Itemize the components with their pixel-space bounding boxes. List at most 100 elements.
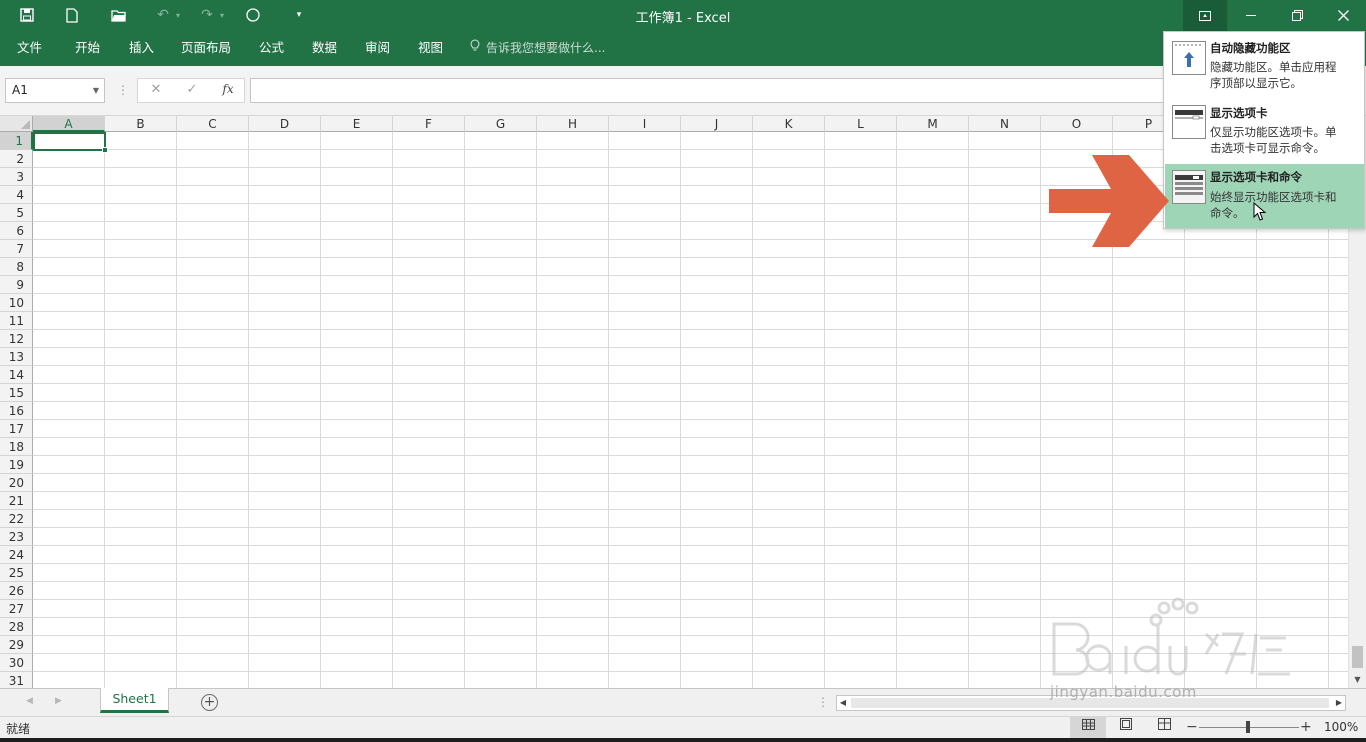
- column-header[interactable]: F: [393, 116, 465, 132]
- row-header[interactable]: 21: [0, 492, 33, 510]
- row-header[interactable]: 30: [0, 654, 33, 672]
- column-header[interactable]: O: [1041, 116, 1113, 132]
- row-header[interactable]: 13: [0, 348, 33, 366]
- column-header[interactable]: J: [681, 116, 753, 132]
- insert-function-button[interactable]: fx: [218, 82, 238, 100]
- tell-me-search[interactable]: 告诉我您想要做什么...: [470, 37, 605, 59]
- cancel-icon[interactable]: ✕: [146, 82, 166, 100]
- row-header[interactable]: 2: [0, 150, 33, 168]
- row-header[interactable]: 4: [0, 186, 33, 204]
- row-header[interactable]: 14: [0, 366, 33, 384]
- close-button[interactable]: [1320, 0, 1366, 31]
- menu-item-description: 仅显示功能区选项卡。单 击选项卡可显示命令。: [1210, 124, 1360, 156]
- vertical-scroll-thumb[interactable]: [1352, 646, 1363, 668]
- tab-file[interactable]: 文件: [17, 37, 42, 59]
- row-header[interactable]: 1: [0, 132, 33, 150]
- scroll-down-arrow-icon[interactable]: ▼: [1349, 672, 1366, 688]
- lightbulb-icon: [470, 37, 482, 59]
- zoom-level[interactable]: 100%: [1324, 720, 1358, 734]
- row-header[interactable]: 25: [0, 564, 33, 582]
- column-header[interactable]: E: [321, 116, 393, 132]
- menu-item-show-tabs[interactable]: 显示选项卡 仅显示功能区选项卡。单 击选项卡可显示命令。: [1165, 98, 1364, 162]
- row-header[interactable]: 7: [0, 240, 33, 258]
- column-header[interactable]: G: [465, 116, 537, 132]
- row-header[interactable]: 8: [0, 258, 33, 276]
- shape-circle-icon[interactable]: [240, 3, 266, 27]
- sheet-tab-sheet1[interactable]: Sheet1: [100, 688, 169, 713]
- row-header[interactable]: 3: [0, 168, 33, 186]
- column-header[interactable]: I: [609, 116, 681, 132]
- row-header[interactable]: 9: [0, 276, 33, 294]
- page-layout-view-icon[interactable]: [1108, 717, 1144, 738]
- enter-check-icon[interactable]: ✓: [182, 82, 202, 100]
- redo-dropdown-icon[interactable]: ▾: [216, 3, 228, 27]
- previous-sheet-icon[interactable]: ◀: [26, 696, 33, 706]
- row-header[interactable]: 23: [0, 528, 33, 546]
- column-header[interactable]: K: [753, 116, 825, 132]
- chevron-down-icon[interactable]: ▼: [93, 79, 99, 102]
- row-header[interactable]: 6: [0, 222, 33, 240]
- tab-home[interactable]: 开始: [75, 37, 100, 59]
- row-header[interactable]: 10: [0, 294, 33, 312]
- zoom-in-icon[interactable]: +: [1300, 719, 1312, 735]
- row-header[interactable]: 27: [0, 600, 33, 618]
- row-header[interactable]: 12: [0, 330, 33, 348]
- customize-dropdown-icon[interactable]: ▾: [286, 3, 312, 27]
- horizontal-scrollbar[interactable]: ◀ ▶: [836, 695, 1346, 711]
- tab-data[interactable]: 数据: [312, 37, 337, 59]
- column-header[interactable]: H: [537, 116, 609, 132]
- next-sheet-icon[interactable]: ▶: [55, 696, 62, 706]
- open-folder-icon[interactable]: [106, 3, 132, 27]
- tab-insert[interactable]: 插入: [129, 37, 154, 59]
- tab-splitter[interactable]: ⋮: [817, 695, 829, 709]
- row-header[interactable]: 29: [0, 636, 33, 654]
- minimize-button[interactable]: [1228, 0, 1274, 31]
- status-bar: 就绪 − + 100%: [0, 716, 1366, 738]
- fill-handle[interactable]: [102, 147, 108, 153]
- page-break-preview-icon[interactable]: [1146, 717, 1182, 738]
- column-header[interactable]: D: [249, 116, 321, 132]
- column-header[interactable]: L: [825, 116, 897, 132]
- scroll-left-arrow-icon[interactable]: ◀: [837, 696, 849, 710]
- tab-page-layout[interactable]: 页面布局: [181, 37, 231, 59]
- row-header[interactable]: 22: [0, 510, 33, 528]
- tab-view[interactable]: 视图: [418, 37, 443, 59]
- zoom-out-icon[interactable]: −: [1186, 719, 1198, 735]
- row-header[interactable]: 31: [0, 672, 33, 688]
- row-header[interactable]: 11: [0, 312, 33, 330]
- row-header[interactable]: 26: [0, 582, 33, 600]
- menu-item-title: 显示选项卡和命令: [1210, 170, 1302, 184]
- horizontal-scroll-thumb[interactable]: [851, 698, 1329, 708]
- row-header[interactable]: 20: [0, 474, 33, 492]
- select-all-button[interactable]: [0, 116, 33, 132]
- active-cell-a1[interactable]: [33, 132, 108, 153]
- ribbon-display-options-button[interactable]: [1183, 0, 1227, 31]
- undo-dropdown-icon[interactable]: ▾: [172, 3, 184, 27]
- column-header[interactable]: M: [897, 116, 969, 132]
- row-header[interactable]: 17: [0, 420, 33, 438]
- column-header[interactable]: C: [177, 116, 249, 132]
- zoom-slider-thumb[interactable]: [1246, 721, 1250, 733]
- new-file-icon[interactable]: [59, 3, 85, 27]
- column-header[interactable]: N: [969, 116, 1041, 132]
- row-header[interactable]: 16: [0, 402, 33, 420]
- row-header[interactable]: 19: [0, 456, 33, 474]
- menu-item-auto-hide-ribbon[interactable]: 自动隐藏功能区 隐藏功能区。单击应用程 序顶部以显示它。: [1165, 33, 1364, 97]
- tab-formulas[interactable]: 公式: [259, 37, 284, 59]
- formula-bar-splitter[interactable]: ⋮: [117, 83, 129, 97]
- column-header[interactable]: B: [105, 116, 177, 132]
- normal-view-icon[interactable]: [1070, 717, 1106, 738]
- column-header[interactable]: A: [33, 116, 105, 132]
- row-header[interactable]: 24: [0, 546, 33, 564]
- add-sheet-icon[interactable]: +: [201, 694, 218, 711]
- save-icon[interactable]: [14, 3, 40, 27]
- tab-review[interactable]: 审阅: [365, 37, 390, 59]
- row-header[interactable]: 15: [0, 384, 33, 402]
- scroll-right-arrow-icon[interactable]: ▶: [1333, 696, 1345, 710]
- row-header[interactable]: 5: [0, 204, 33, 222]
- restore-button[interactable]: [1274, 0, 1320, 31]
- orange-arrow-annotation: [1049, 155, 1169, 247]
- row-header[interactable]: 28: [0, 618, 33, 636]
- name-box[interactable]: A1 ▼: [5, 78, 105, 103]
- row-header[interactable]: 18: [0, 438, 33, 456]
